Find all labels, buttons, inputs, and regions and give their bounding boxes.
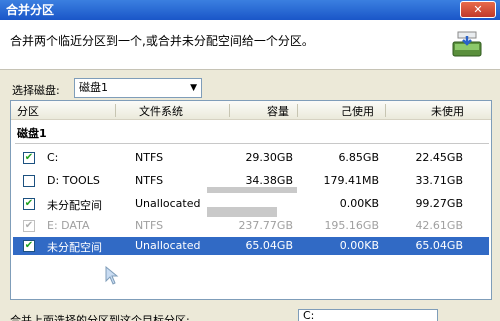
row-partition: E: DATA: [47, 219, 90, 232]
header-panel: 合并两个临近分区到一个,或合并未分配空间给一个分区。: [0, 20, 500, 70]
obscured-region: [207, 187, 297, 193]
row-capacity: 65.04GB: [245, 239, 293, 252]
column-divider[interactable]: [115, 104, 116, 117]
disk-group-label: 磁盘1: [17, 127, 47, 140]
row-filesystem: NTFS: [135, 151, 164, 164]
row-checkbox[interactable]: ✔: [23, 152, 35, 164]
row-partition: D: TOOLS: [47, 174, 100, 187]
row-capacity: 237.77GB: [238, 219, 293, 232]
row-capacity: 29.30GB: [245, 151, 293, 164]
merge-partition-icon: [452, 31, 482, 57]
chevron-down-icon: ▼: [190, 83, 197, 93]
row-capacity: 34.38GB: [245, 174, 293, 187]
window-title: 合并分区: [6, 3, 55, 17]
partition-table: 分区 文件系统 容量 己使用 未使用 磁盘1 ✔ C: NTFS 29.30GB…: [10, 100, 492, 300]
column-divider[interactable]: [229, 104, 230, 117]
row-used: 195.16GB: [324, 219, 379, 232]
table-row-selected[interactable]: ✔ 未分配空间 Unallocated 65.04GB 0.00KB 65.04…: [13, 237, 489, 255]
row-used: 0.00KB: [339, 197, 379, 210]
column-divider[interactable]: [297, 104, 298, 117]
target-partition-label: 合并上面选择的分区到这个目标分区:: [10, 314, 190, 321]
column-divider[interactable]: [385, 104, 386, 117]
table-header: 分区 文件系统 容量 己使用 未使用: [11, 101, 491, 120]
disk-select[interactable]: 磁盘1 ▼: [74, 78, 202, 98]
dialog-description: 合并两个临近分区到一个,或合并未分配空间给一个分区。: [10, 34, 314, 48]
row-filesystem: Unallocated: [135, 239, 201, 252]
row-partition: 未分配空间: [47, 241, 102, 254]
row-checkbox[interactable]: [23, 175, 35, 187]
column-header-unused[interactable]: 未使用: [431, 103, 464, 119]
group-divider: [15, 143, 489, 144]
row-unused: 65.04GB: [415, 239, 463, 252]
target-partition-value: C:: [303, 309, 315, 321]
column-header-used[interactable]: 己使用: [341, 103, 374, 119]
target-partition-select[interactable]: C:: [298, 309, 438, 321]
disk-selector-label: 选择磁盘:: [12, 84, 60, 97]
row-unused: 33.71GB: [415, 174, 463, 187]
row-filesystem: NTFS: [135, 219, 164, 232]
row-unused: 42.61GB: [415, 219, 463, 232]
row-filesystem: Unallocated: [135, 197, 201, 210]
column-header-partition[interactable]: 分区: [17, 103, 39, 119]
row-checkbox[interactable]: ✔: [23, 220, 35, 232]
column-header-filesystem[interactable]: 文件系统: [139, 103, 183, 119]
row-used: 6.85GB: [338, 151, 379, 164]
row-unused: 22.45GB: [415, 151, 463, 164]
table-row[interactable]: ✔ E: DATA NTFS 237.77GB 195.16GB 42.61GB: [13, 217, 489, 235]
disk-select-value: 磁盘1: [79, 81, 108, 94]
row-unused: 99.27GB: [415, 197, 463, 210]
close-icon: ✕: [473, 3, 483, 16]
row-partition: 未分配空间: [47, 199, 102, 212]
row-used: 179.41MB: [323, 174, 379, 187]
mouse-cursor-icon: [105, 266, 119, 285]
row-used: 0.00KB: [339, 239, 379, 252]
table-row[interactable]: ✔ C: NTFS 29.30GB 6.85GB 22.45GB: [13, 149, 489, 167]
row-checkbox[interactable]: ✔: [23, 240, 35, 252]
table-row[interactable]: ✔ 未分配空间 Unallocated 0.00KB 99.27GB: [13, 195, 489, 213]
title-bar: 合并分区 ✕: [0, 0, 500, 20]
row-filesystem: NTFS: [135, 174, 164, 187]
column-header-capacity[interactable]: 容量: [267, 103, 289, 119]
row-checkbox[interactable]: ✔: [23, 198, 35, 210]
row-partition: C:: [47, 151, 59, 164]
close-button[interactable]: ✕: [460, 1, 496, 18]
